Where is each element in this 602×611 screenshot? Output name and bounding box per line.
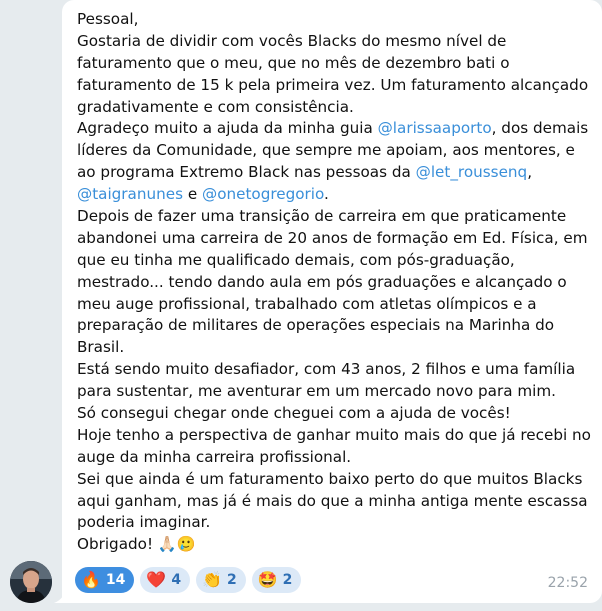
message-text-segment: Sei que ainda é um faturamento baixo per… (77, 469, 583, 488)
message-line: ao programa Extremo Black nas pessoas da… (77, 162, 597, 184)
message-text-segment: faturamento que o meu, que no mês de dez… (77, 53, 510, 72)
message-line: que eu tinha me qualificado demais, com … (77, 250, 597, 272)
message-text-segment: meu auge profissional, trabalhado com at… (77, 294, 537, 313)
message-text-segment: ao programa Extremo Black nas pessoas da (77, 163, 416, 182)
message-line: preparação de militares de operações esp… (77, 315, 597, 337)
message-line: aqui ganham, mas já é mais do que a minh… (77, 491, 597, 513)
message-text-segment: Agradeço muito a ajuda da minha guia (77, 119, 378, 138)
message-line: meu auge profissional, trabalhado com at… (77, 294, 597, 316)
message-line: gradativamente e com consistência. (77, 97, 597, 119)
message-text-segment: , (527, 163, 533, 182)
message-text: Pessoal, Gostaria de dividir com vocês Bl… (77, 9, 597, 556)
reaction-count: 14 (105, 572, 126, 588)
mention-link[interactable]: @larissaaporto (378, 119, 492, 137)
message-line: abandonei uma carreira de 20 anos de for… (77, 228, 597, 250)
message-line: faturamento que o meu, que no mês de dez… (77, 53, 597, 75)
message-line: Agradeço muito a ajuda da minha guia @la… (77, 118, 597, 140)
message-bubble[interactable]: Pessoal, Gostaria de dividir com vocês Bl… (62, 0, 602, 603)
reaction-count: 2 (282, 572, 293, 588)
message-text-segment: líderes da Comunidade, que sempre me apo… (77, 141, 575, 160)
message-text-segment: para sustentar, me aventurar em um merca… (77, 382, 556, 401)
message-line: para sustentar, me aventurar em um merca… (77, 381, 597, 403)
message-text-segment: Hoje tenho a perspectiva de ganhar muito… (77, 425, 591, 444)
reaction-chip[interactable]: 🤩 2 (251, 567, 302, 593)
clapping-hands-icon: 👏 (202, 570, 222, 589)
message-line: Obrigado! 🙏🏻🥲 (77, 534, 597, 556)
message-text-segment: Gostaria de dividir com vocês Blacks do … (77, 31, 507, 50)
chat-view: Pessoal, Gostaria de dividir com vocês Bl… (0, 0, 602, 611)
message-text-segment: Só consegui chegar onde cheguei com a aj… (77, 404, 511, 423)
message-text-segment: que eu tinha me qualificado demais, com … (77, 250, 515, 269)
message-line: auge da minha carreira profissional. (77, 447, 597, 469)
message-line: Sei que ainda é um faturamento baixo per… (77, 469, 597, 491)
message-line: Brasil. (77, 337, 597, 359)
message-line: poderia imaginar. (77, 512, 597, 534)
message-text-segment: Depois de fazer uma transição de carreir… (77, 207, 567, 226)
message-line: Depois de fazer uma transição de carreir… (77, 206, 597, 228)
message-line: Pessoal, (77, 9, 597, 31)
message-text-segment: abandonei uma carreira de 20 anos de for… (77, 228, 588, 247)
star-struck-icon: 🤩 (257, 570, 278, 589)
mention-link[interactable]: @onetogregorio (202, 185, 324, 203)
message-timestamp: 22:52 (547, 575, 588, 591)
message-line: @taigranunes e @onetogregorio. (77, 184, 597, 206)
message-line: Hoje tenho a perspectiva de ganhar muito… (77, 425, 597, 447)
message-text-segment: Brasil. (77, 338, 125, 357)
reactions-bar: 🔥 14 ❤️ 4 👏 2 🤩 2 (75, 567, 302, 593)
reaction-chip[interactable]: 👏 2 (196, 567, 246, 593)
reaction-count: 4 (171, 572, 182, 588)
message-line: líderes da Comunidade, que sempre me apo… (77, 140, 597, 162)
message-line: Gostaria de dividir com vocês Blacks do … (77, 31, 597, 53)
fire-icon: 🔥 (81, 570, 101, 589)
avatar-photo (10, 561, 52, 603)
message-line: faturamento de 15 k pela primeira vez. U… (77, 75, 597, 97)
message-text-segment: e (183, 185, 202, 204)
reaction-chip[interactable]: ❤️ 4 (140, 567, 191, 593)
message-line: Está sendo muito desafiador, com 43 anos… (77, 359, 597, 381)
avatar[interactable] (10, 561, 52, 603)
message-text-segment: . (324, 185, 329, 204)
message-text-segment: mestrado... tendo dando aula em pós grad… (77, 272, 567, 291)
message-text-segment: faturamento de 15 k pela primeira vez. U… (77, 75, 589, 94)
message-text-segment: , dos demais (491, 119, 589, 138)
message-text-segment: Pessoal, (77, 10, 139, 28)
message-line: mestrado... tendo dando aula em pós grad… (77, 272, 597, 294)
message-text-segment: Obrigado! 🙏🏻🥲 (77, 535, 196, 554)
message-text-segment: poderia imaginar. (77, 513, 211, 532)
message-text-segment: auge da minha carreira profissional. (77, 447, 352, 466)
reaction-count: 2 (227, 572, 237, 588)
message-text-segment: aqui ganham, mas já é mais do que a minh… (77, 491, 588, 510)
mention-link[interactable]: @taigranunes (77, 185, 183, 203)
message-text-segment: Está sendo muito desafiador, com 43 anos… (77, 360, 576, 379)
mention-link[interactable]: @let_roussenq (416, 163, 528, 181)
message-line: Só consegui chegar onde cheguei com a aj… (77, 403, 597, 425)
message-text-segment: gradativamente e com consistência. (77, 97, 354, 116)
reaction-chip[interactable]: 🔥 14 (75, 567, 135, 593)
message-text-segment: preparação de militares de operações esp… (77, 316, 555, 335)
heart-icon: ❤️ (146, 570, 167, 589)
